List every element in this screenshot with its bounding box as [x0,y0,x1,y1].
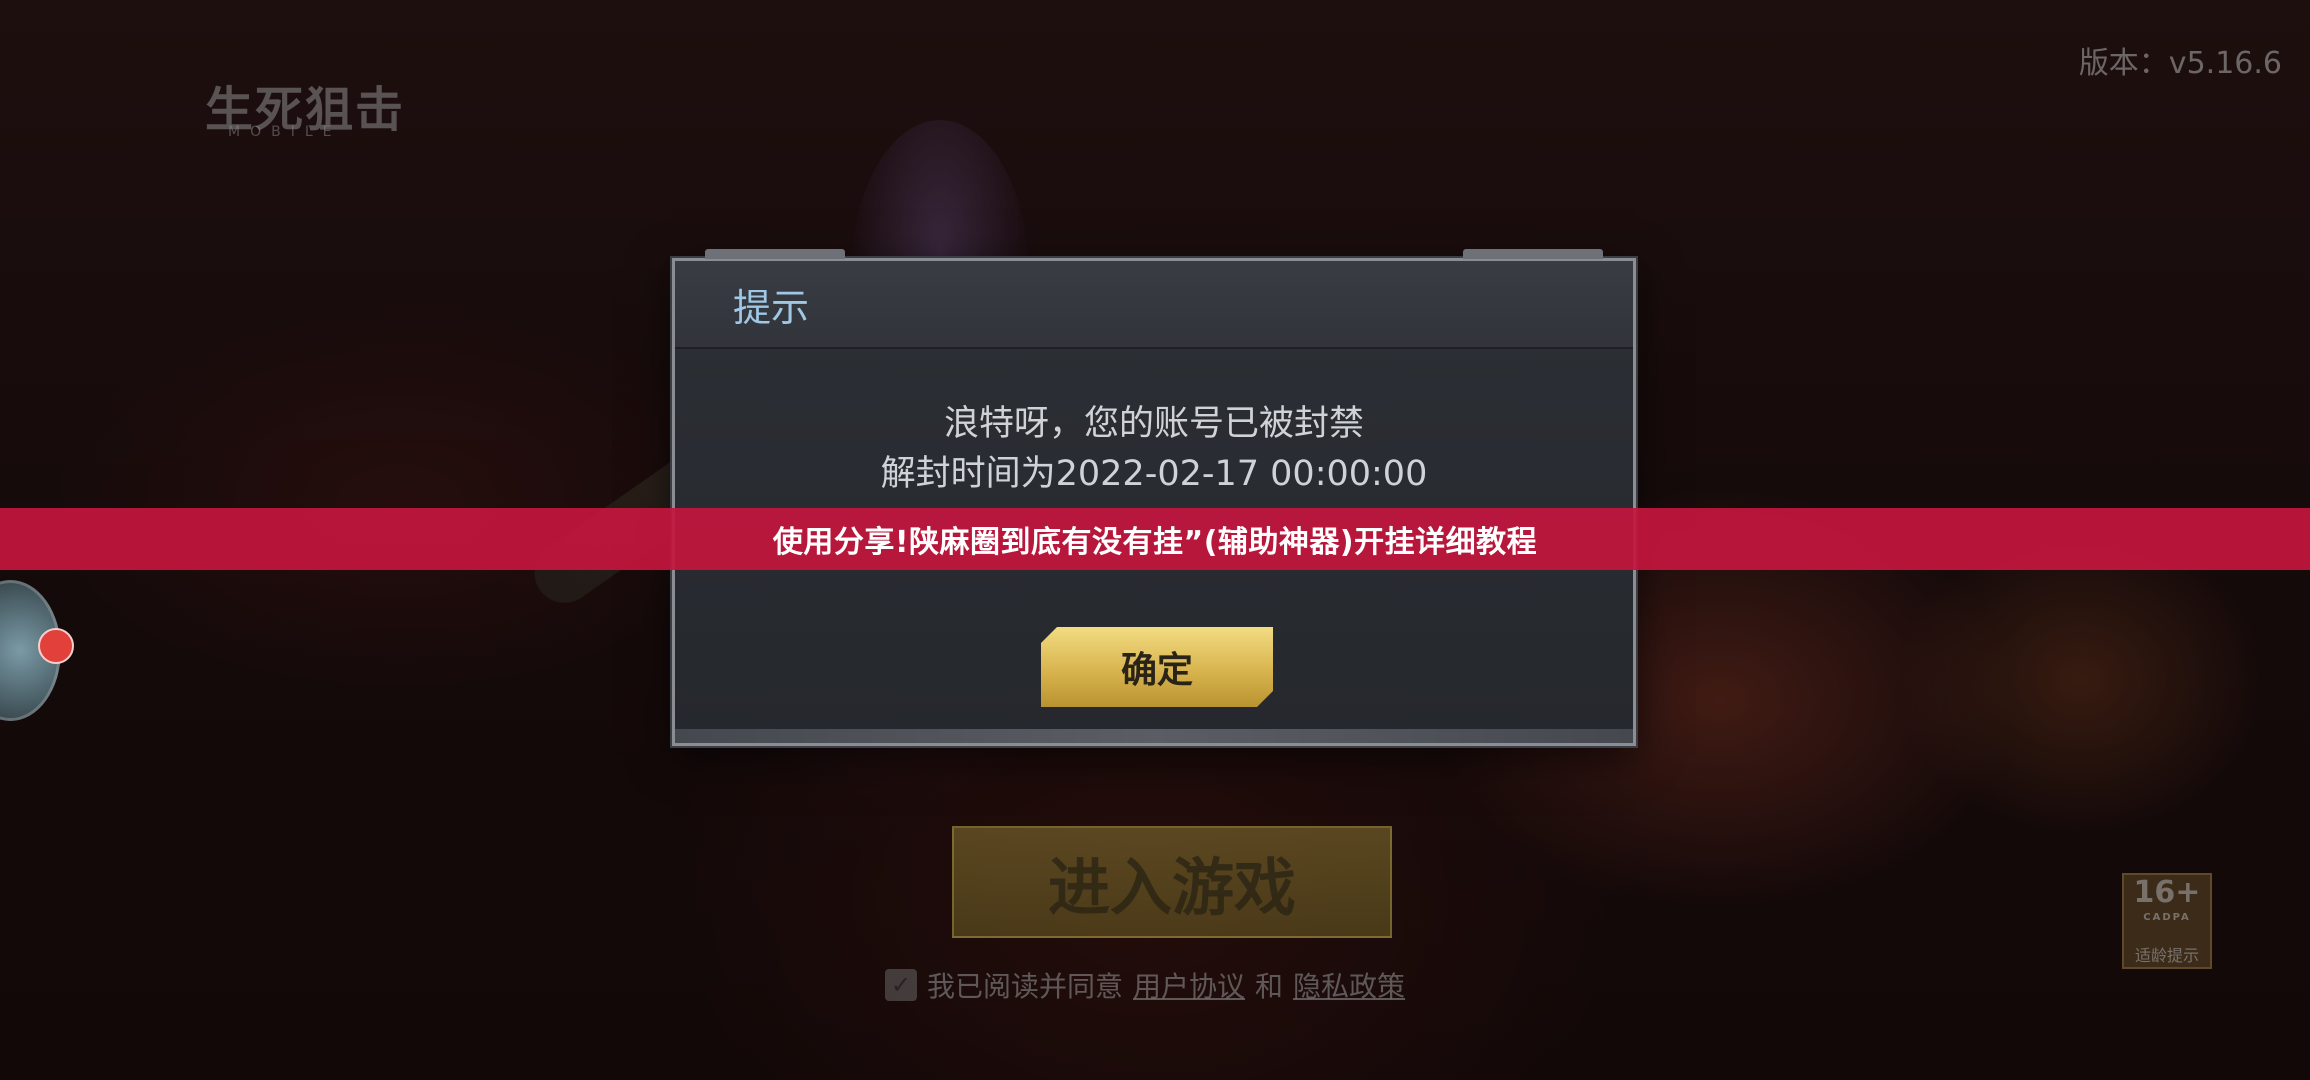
dialog-header: 提示 [675,261,1633,349]
ban-message: 浪特呀，您的账号已被封禁 [943,404,1364,444]
enter-game-button[interactable]: 进入游戏 [952,826,1392,938]
age-rating-value: 16+ [2133,875,2201,910]
agreement-checkbox[interactable]: ✓ [885,969,917,1001]
dialog-title: 提示 [733,285,810,330]
dialog-decoration [1463,249,1603,259]
game-logo-sub: MOBILE [228,124,342,140]
and-text: 和 [1255,970,1284,1003]
notice-dialog: 提示 浪特呀，您的账号已被封禁 解封时间为2022-02-17 00:00:00… [672,249,1636,746]
age-rating-caption: 适龄提示 [2134,946,2199,965]
dialog-message: 浪特呀，您的账号已被封禁 解封时间为2022-02-17 00:00:00 [675,349,1633,499]
version-label: 版本：v5.16.6 [2078,46,2282,81]
user-agreement-link[interactable]: 用户协议 [1133,965,1245,1005]
check-icon: ✓ [890,971,912,999]
overlay-banner: 使用分享!陕麻圈到底有没有挂”(辅助神器)开挂详细教程 [0,508,2310,570]
unban-time: 解封时间为2022-02-17 00:00:00 [880,454,1428,494]
dialog-footer [675,729,1633,743]
dialog-decoration [705,249,845,259]
age-rating-org: CADPA [2143,912,2191,923]
confirm-button[interactable]: 确定 [1041,627,1273,707]
agreement-text: 我已阅读并同意 [927,970,1124,1003]
privacy-policy-link[interactable]: 隐私政策 [1293,965,1405,1005]
notification-dot [38,628,74,664]
agreement-row: ✓ 我已阅读并同意 用户协议 和 隐私政策 [885,965,1405,1005]
